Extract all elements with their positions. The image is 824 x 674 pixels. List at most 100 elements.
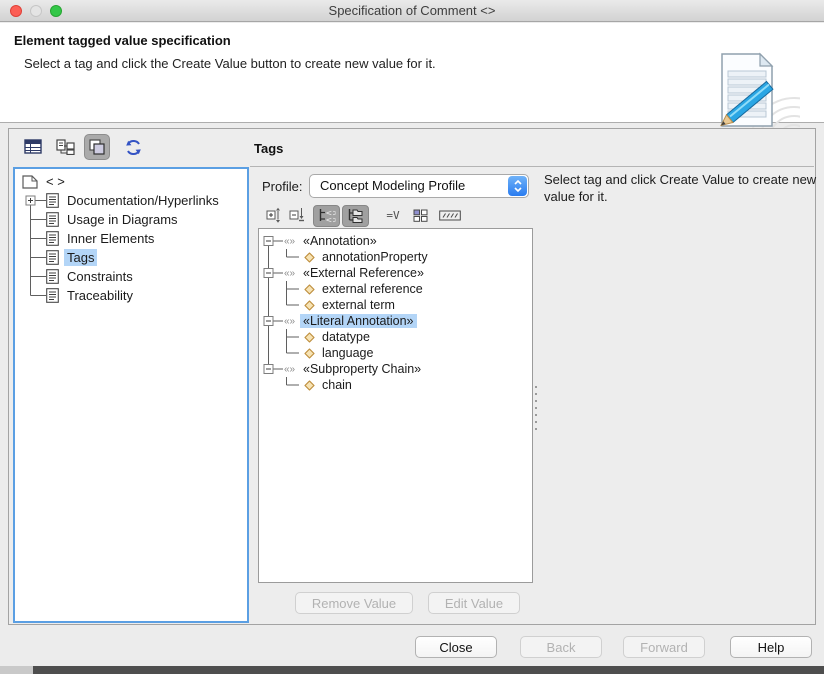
collapse-all-button[interactable]: [285, 207, 309, 224]
document-icon: [46, 231, 59, 246]
refresh-icon[interactable]: [124, 138, 143, 157]
containment-view-toggle-button[interactable]: [84, 134, 110, 160]
tree-item-label: Constraints: [67, 269, 133, 284]
svg-text:<>: <>: [326, 215, 337, 224]
collapse-all-icon: [289, 208, 304, 222]
header-title: Element tagged value specification: [14, 33, 231, 48]
tree-item-label: datatype: [322, 330, 370, 344]
tag-diamond-icon: [304, 299, 315, 311]
tree-connector: [30, 229, 46, 248]
dialog-header: Element tagged value specification Selec…: [0, 23, 824, 143]
tree-item-label: «External Reference»: [303, 266, 424, 280]
specification-dialog: Specification of Comment <> Element tagg…: [0, 0, 824, 674]
stereotype-icon: «»: [283, 235, 296, 247]
tree-item-annotation[interactable]: «» «Annotation»: [259, 233, 532, 249]
tag-diamond-icon: [304, 379, 315, 391]
tree-item-label: Inner Elements: [67, 231, 155, 246]
tree-connector-expand[interactable]: [20, 191, 46, 210]
tree-item-documentation[interactable]: Documentation/Hyperlinks: [15, 191, 247, 210]
tree-item-constraints[interactable]: Constraints: [15, 267, 247, 286]
tree-connector: [268, 281, 299, 297]
tree-item-label: language: [322, 346, 374, 360]
tags-tree-toolbar: <> <> =V: [263, 204, 463, 227]
tree-item-traceability[interactable]: Traceability: [15, 286, 247, 305]
tree-connector-collapse[interactable]: [263, 233, 283, 249]
tree-connector: [30, 286, 46, 296]
dashed-field-icon: [439, 210, 461, 221]
group-by-folders-toggle-button[interactable]: [342, 204, 369, 227]
forward-button[interactable]: Forward: [623, 636, 705, 658]
tree-connector: [30, 210, 46, 229]
tree-item-label: Usage in Diagrams: [67, 212, 178, 227]
document-icon: [46, 212, 59, 227]
tree-connector: [268, 249, 299, 265]
tree-item-label: «Subproperty Chain»: [303, 362, 422, 376]
document-icon: [46, 193, 59, 208]
tags-tree-panel[interactable]: «» «Annotation» annotationProperty «» «E…: [258, 228, 533, 583]
tree-connector: [268, 297, 299, 313]
tree-item-label: external term: [322, 298, 395, 312]
element-usage-tree-icon[interactable]: [56, 139, 75, 155]
close-button[interactable]: Close: [415, 636, 497, 658]
select-stepper-icon: [508, 176, 527, 196]
header-divider: [250, 166, 814, 167]
tree-connector-collapse[interactable]: [263, 313, 283, 329]
edit-value-button[interactable]: Edit Value: [428, 592, 520, 614]
back-button[interactable]: Back: [520, 636, 602, 658]
tree-connector: [268, 329, 299, 345]
grid-layout-button[interactable]: [409, 209, 431, 222]
tree-item-label-selected: Tags: [64, 249, 98, 266]
tree-item-label: Traceability: [67, 288, 133, 303]
tag-diamond-icon: [304, 251, 315, 263]
view-stereotypes-toggle-button[interactable]: <> <>: [313, 204, 340, 227]
tree-item-label-selected: «Literal Annotation»: [300, 314, 417, 328]
tag-diamond-icon: [304, 331, 315, 343]
expand-all-icon: [266, 207, 280, 223]
tags-pane-title: Tags: [254, 141, 284, 156]
tree-item-language[interactable]: language: [259, 345, 532, 361]
tree-item-external-reference-group[interactable]: «» «External Reference»: [259, 265, 532, 281]
tree-connector: [30, 248, 46, 267]
tree-item-subproperty-chain[interactable]: «» «Subproperty Chain»: [259, 361, 532, 377]
tree-item-annotation-property[interactable]: annotationProperty: [259, 249, 532, 265]
tree-connector: [286, 377, 299, 386]
document-icon: [46, 288, 59, 303]
tree-item-tags[interactable]: Tags: [15, 248, 247, 267]
properties-table-icon[interactable]: [24, 139, 42, 155]
stereotype-tree-view-icon: <> <>: [319, 208, 337, 224]
show-values-button[interactable]: =V: [383, 209, 403, 222]
stereotype-icon: «»: [283, 315, 296, 327]
tree-connector: [268, 345, 299, 361]
splitter-grip[interactable]: [535, 386, 538, 434]
tree-connector: [30, 267, 46, 286]
header-subtitle: Select a tag and click the Create Value …: [24, 56, 436, 71]
tree-item-label: external reference: [322, 282, 423, 296]
overlapping-squares-icon: [89, 139, 105, 155]
folder-tree-view-icon: [348, 208, 363, 223]
tree-item-chain[interactable]: chain: [259, 377, 532, 393]
tree-item-external-reference[interactable]: external reference: [259, 281, 532, 297]
value-field-button[interactable]: [437, 210, 463, 221]
tree-connector-collapse[interactable]: [263, 361, 283, 377]
stereotype-icon: «»: [283, 267, 296, 279]
expand-all-button[interactable]: [263, 207, 285, 224]
tree-item-external-term[interactable]: external term: [259, 297, 532, 313]
tags-hint-text: Select tag and click Create Value to cre…: [544, 172, 817, 204]
tree-item-label: < >: [46, 174, 65, 189]
remove-value-button[interactable]: Remove Value: [295, 592, 413, 614]
title-bar[interactable]: Specification of Comment <>: [0, 0, 824, 22]
help-button[interactable]: Help: [730, 636, 812, 658]
tag-diamond-icon: [304, 283, 315, 295]
document-icon: [46, 250, 59, 265]
profile-select[interactable]: Concept Modeling Profile: [309, 174, 529, 198]
tree-item-datatype[interactable]: datatype: [259, 329, 532, 345]
profile-selected-value: Concept Modeling Profile: [320, 178, 466, 193]
tree-connector-collapse[interactable]: [263, 265, 283, 281]
tree-item-literal-annotation[interactable]: «» «Literal Annotation»: [259, 313, 532, 329]
grid-icon: [413, 209, 427, 222]
tree-item-label: annotationProperty: [322, 250, 428, 264]
containment-tree-panel[interactable]: < > Documentation/Hyperlinks Usage in Di…: [13, 167, 249, 623]
tree-item-root[interactable]: < >: [15, 172, 247, 191]
tree-item-usage-in-diagrams[interactable]: Usage in Diagrams: [15, 210, 247, 229]
tree-item-inner-elements[interactable]: Inner Elements: [15, 229, 247, 248]
